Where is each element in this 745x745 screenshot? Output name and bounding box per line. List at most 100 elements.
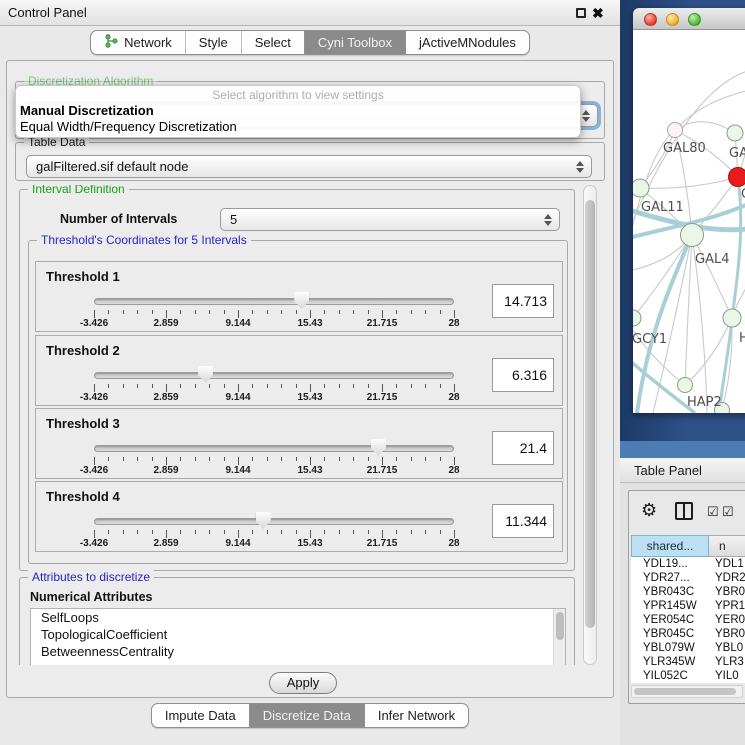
algorithm-dropdown-popup: Select algorithm to view settings Manual… [15,85,581,138]
tick-mark [440,310,441,314]
table-row[interactable]: YDL19...YDL1 [631,557,745,571]
tick-mark [368,384,369,388]
network-window-titlebar[interactable] [633,8,745,30]
gear-icon[interactable]: ⚙ [641,499,657,521]
cell-shared-name: YDR27... [631,571,709,585]
cell-shared-name: YBR045C [631,627,709,641]
dropdown-option-manual[interactable]: Manual Discretization [20,103,154,118]
network-view-window[interactable]: GAL80 GA C GAL11 GAL4 GCY1 H HAP2 [633,8,745,413]
scale-label: -3.426 [80,392,108,403]
checkbox-icon[interactable]: ☑ [707,504,719,520]
attribute-list-item[interactable]: SelfLoops [31,609,565,626]
scale-label: 15.43 [297,538,322,549]
table-row[interactable]: YDR27...YDR2 [631,571,745,585]
table-row[interactable]: YBR043CYBR0 [631,585,745,599]
scale-label: 2.859 [153,538,178,549]
slider-scale-labels: -3.4262.8599.14415.4321.71528 [94,538,454,550]
number-of-intervals-combobox[interactable]: 5 [220,208,560,231]
node-gal4[interactable] [681,224,704,247]
tab-impute-data[interactable]: Impute Data [152,704,249,727]
table-data-combobox[interactable]: galFiltered.sif default node [26,155,592,178]
network-canvas[interactable]: GAL80 GA C GAL11 GAL4 GCY1 H HAP2 [633,30,745,413]
tick-mark [195,384,196,388]
threshold-value-field[interactable]: 21.4 [492,431,554,465]
tab-jactivemnodules[interactable]: jActiveMNodules [405,31,529,54]
node-selected-red[interactable] [729,168,745,187]
tick-mark [252,457,253,461]
float-window-icon[interactable] [576,8,586,18]
tick-mark [324,457,325,461]
slider-scale-labels: -3.4262.8599.14415.4321.71528 [94,392,454,404]
slider-track[interactable] [94,518,454,525]
slider-thumb[interactable] [371,439,386,456]
tick-mark [166,530,167,538]
slider-track[interactable] [94,372,454,379]
node-gal11[interactable] [633,179,649,197]
table-row[interactable]: YBR045CYBR0 [631,627,745,641]
table-row[interactable]: YPR145WYPR1 [631,599,745,613]
group-title: Threshold's Coordinates for 5 Intervals [37,233,251,247]
settings-vertical-scrollbar[interactable] [583,185,597,665]
tick-mark [166,457,167,465]
node-top-right[interactable] [727,125,743,141]
tab-style[interactable]: Style [185,31,241,54]
numerical-attributes-list[interactable]: SelfLoopsTopologicalCoefficientBetweenne… [30,608,566,665]
list-scrollbar[interactable] [553,609,565,665]
tab-cyni-toolbox[interactable]: Cyni Toolbox [304,31,405,54]
tick-mark [368,530,369,534]
slider-track[interactable] [94,445,454,452]
node-h[interactable] [723,309,741,327]
tab-network[interactable]: Network [91,31,185,54]
table-row[interactable]: YER054CYER0 [631,613,745,627]
cell-shared-name: YDL19... [631,557,709,571]
tick-mark [353,530,354,534]
cell-shared-name: YBR043C [631,585,709,599]
tab-discretize-data[interactable]: Discretize Data [249,704,364,727]
close-icon[interactable]: ✖ [592,3,604,23]
slider-thumb[interactable] [256,512,271,529]
panel-title: Table Panel [634,458,702,483]
node-gcy1[interactable] [633,310,641,326]
scrollbar-thumb[interactable] [634,688,736,695]
cell-name: YDL1 [709,557,745,571]
control-panel: Control Panel ✖ Network [0,0,620,745]
slider-thumb[interactable] [198,366,213,383]
table-row[interactable]: YLR345WYLR3 [631,655,745,669]
attribute-list-item[interactable]: TopologicalCoefficient [31,626,565,643]
tab-label: Discretize Data [263,708,351,723]
tick-mark [440,384,441,388]
minimize-window-icon[interactable] [666,13,679,26]
dropdown-option-equal-width[interactable]: Equal Width/Frequency Discretization [20,119,237,134]
threshold-value-field[interactable]: 14.713 [492,284,554,318]
node-label: GCY1 [633,332,667,347]
table-row[interactable]: YIL052CYIL0 [631,669,745,683]
tab-select[interactable]: Select [241,31,304,54]
node-label: C [741,187,745,202]
column-header-shared-name[interactable]: shared... [631,535,709,557]
attribute-list-item[interactable]: BetweennessCentrality [31,643,565,660]
tick-mark [339,384,340,388]
close-window-icon[interactable] [644,13,657,26]
tick-mark [310,310,311,318]
tab-infer-network[interactable]: Infer Network [364,704,468,727]
tick-mark [324,384,325,388]
node-gal80[interactable] [668,123,683,138]
table-toolbar: ⚙ ☑ ☑ [629,491,745,531]
panel-title: Control Panel [8,0,87,26]
node-hap2[interactable] [678,378,693,393]
slider-thumb[interactable] [294,292,309,309]
slider-track[interactable] [94,298,454,305]
threshold-value-field[interactable]: 6.316 [492,358,554,392]
table-row[interactable]: YBL079WYBL0 [631,641,745,655]
apply-button[interactable]: Apply [269,672,337,694]
zoom-window-icon[interactable] [688,13,701,26]
node-label: H [739,331,745,346]
tick-mark [94,384,95,392]
checkbox-icon[interactable]: ☑ [722,504,734,520]
column-header-name[interactable]: n [709,535,745,557]
scrollbar-thumb[interactable] [585,200,595,628]
columns-icon[interactable] [675,502,693,520]
table-horizontal-scrollbar[interactable] [631,685,743,698]
threshold-value-field[interactable]: 11.344 [492,504,554,538]
scrollbar-thumb[interactable] [556,612,564,640]
